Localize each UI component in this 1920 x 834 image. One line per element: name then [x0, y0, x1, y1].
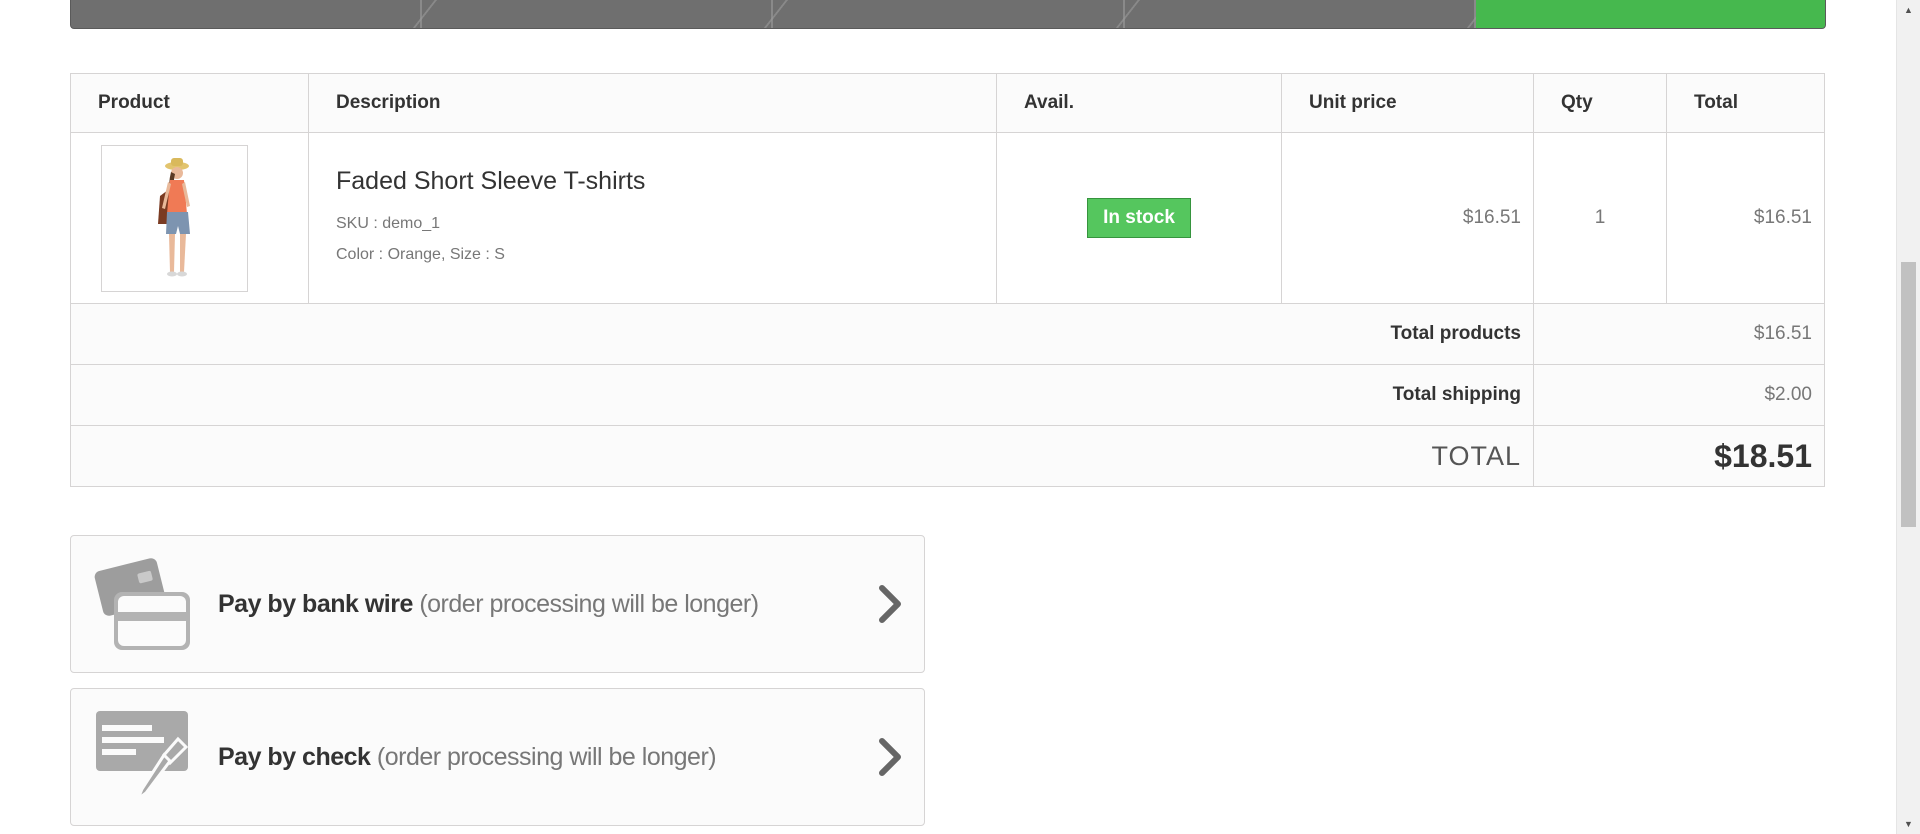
step-payment-current [1475, 0, 1825, 28]
cart-header-row: Product Description Avail. Unit price Qt… [70, 73, 1825, 133]
check-pen-icon [94, 709, 190, 805]
grand-total-value: $18.51 [1533, 425, 1825, 487]
step-shipping [1125, 0, 1476, 28]
availability-cell: In stock [996, 132, 1282, 304]
product-thumbnail[interactable] [101, 144, 248, 292]
product-description-cell: Faded Short Sleeve T-shirts SKU : demo_1… [308, 132, 997, 304]
grand-total-row: TOTAL $18.51 [70, 425, 1825, 487]
total-shipping-label: Total shipping [70, 364, 1534, 426]
scroll-down-arrow-icon[interactable]: ▼ [1897, 814, 1920, 834]
product-image-cell [70, 132, 309, 304]
check-text: Pay by check (order processing will be l… [218, 742, 717, 772]
bankwire-title: Pay by bank wire [218, 589, 413, 618]
total-products-label: Total products [70, 303, 1534, 365]
step-sign-in [422, 0, 774, 28]
product-name-link[interactable]: Faded Short Sleeve T-shirts [336, 167, 995, 196]
col-avail: Avail. [996, 73, 1282, 133]
product-attributes-link[interactable]: Color : Orange, Size : S [336, 239, 995, 270]
line-total-cell: $16.51 [1666, 132, 1825, 304]
quantity-cell: 1 [1533, 132, 1667, 304]
col-total: Total [1666, 73, 1825, 133]
col-description: Description [308, 73, 997, 133]
grand-total-label: TOTAL [70, 425, 1534, 487]
in-stock-badge: In stock [1087, 198, 1191, 238]
bankwire-note: (order processing will be longer) [419, 589, 759, 618]
chevron-right-icon [879, 585, 901, 623]
total-shipping-value: $2.00 [1533, 364, 1825, 426]
unit-price-cell: $16.51 [1281, 132, 1534, 304]
scrollbar-thumb[interactable] [1901, 262, 1916, 527]
product-sku: SKU : demo_1 [336, 214, 441, 232]
step-address [773, 0, 1125, 28]
col-unit-price: Unit price [1281, 73, 1534, 133]
pay-by-check-option[interactable]: Pay by check (order processing will be l… [70, 688, 925, 826]
scroll-up-arrow-icon[interactable]: ▲ [1897, 0, 1920, 20]
bankwire-card-icon [94, 556, 190, 652]
total-products-value: $16.51 [1533, 303, 1825, 365]
check-title: Pay by check [218, 742, 371, 771]
cart-summary-table: Product Description Avail. Unit price Qt… [70, 73, 1825, 487]
col-product: Product [70, 73, 309, 133]
col-qty: Qty [1533, 73, 1667, 133]
chevron-right-icon [879, 738, 901, 776]
pay-by-bankwire-option[interactable]: Pay by bank wire (order processing will … [70, 535, 925, 673]
bankwire-text: Pay by bank wire (order processing will … [218, 590, 759, 619]
order-steps-bar [70, 0, 1826, 29]
vertical-scrollbar[interactable]: ▲ ▼ [1896, 0, 1920, 834]
total-products-row: Total products $16.51 [70, 303, 1825, 365]
cart-item-row: Faded Short Sleeve T-shirts SKU : demo_1… [70, 132, 1825, 304]
step-summary [71, 0, 423, 28]
check-note: (order processing will be longer) [376, 742, 717, 771]
total-shipping-row: Total shipping $2.00 [70, 364, 1825, 426]
product-photo-icon [158, 157, 190, 276]
